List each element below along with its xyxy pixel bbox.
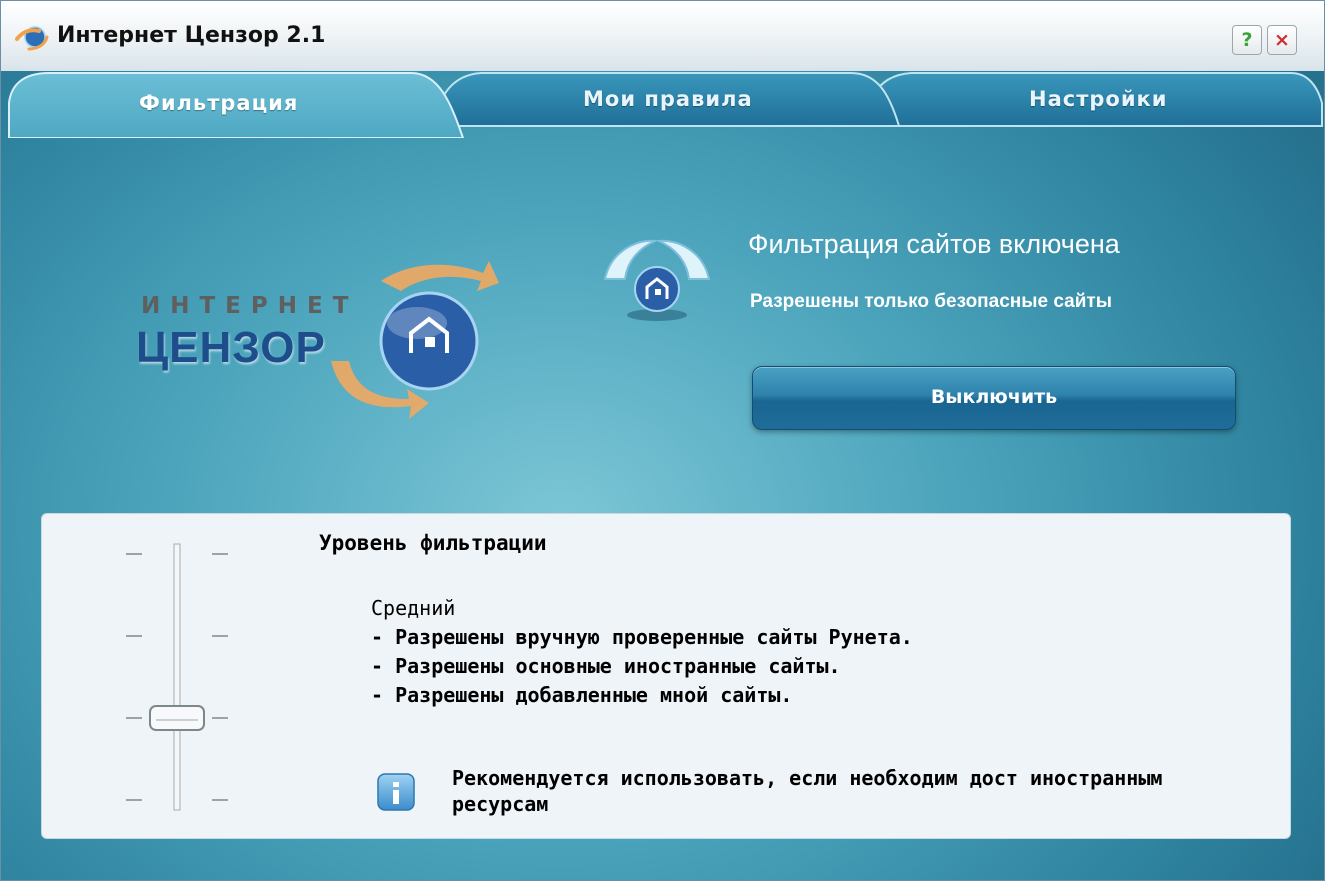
window-title: Интернет Цензор 2.1 xyxy=(57,23,326,48)
filter-level-name: Средний xyxy=(371,596,456,620)
level-detail-line: - Разрешены добавленные мной сайты. xyxy=(371,683,793,707)
slider-track xyxy=(173,543,181,811)
level-detail-line: - Разрешены вручную проверенные сайты Ру… xyxy=(371,625,913,649)
tab-settings-label[interactable]: Настройки xyxy=(1029,87,1168,111)
filter-status-subtitle: Разрешены только безопасные сайты xyxy=(750,291,1112,312)
filter-status-title: Фильтрация сайтов включена xyxy=(748,229,1120,259)
filter-level-slider[interactable] xyxy=(122,534,242,814)
close-button[interactable]: × xyxy=(1267,25,1297,55)
title-bar[interactable]: Интернет Цензор 2.1 ? × xyxy=(1,1,1324,71)
app-window: Интернет Цензор 2.1 ? × Фильтрация Мои п… xyxy=(0,0,1325,881)
logo-text-internet: ИНТЕРНЕТ xyxy=(141,293,359,319)
logo-text-censor: ЦЕНЗОР xyxy=(136,323,326,372)
help-button[interactable]: ? xyxy=(1232,25,1262,55)
app-logo-icon xyxy=(15,26,49,51)
recommendation-text: Рекомендуется использовать, если необход… xyxy=(452,766,1163,816)
filter-level-panel: Уровень фильтрации Средний - Разрешены в… xyxy=(41,513,1291,839)
protection-globe-icon xyxy=(603,239,711,321)
tab-filtering-label[interactable]: Фильтрация xyxy=(139,91,298,115)
level-detail-line: - Разрешены основные иностранные сайты. xyxy=(371,654,841,678)
disable-filter-button[interactable]: Выключить xyxy=(752,366,1236,430)
slider-thumb xyxy=(149,705,205,731)
tab-my-rules-label[interactable]: Мои правила xyxy=(583,87,753,111)
filter-level-title: Уровень фильтрации xyxy=(319,531,547,555)
info-icon xyxy=(377,773,415,811)
